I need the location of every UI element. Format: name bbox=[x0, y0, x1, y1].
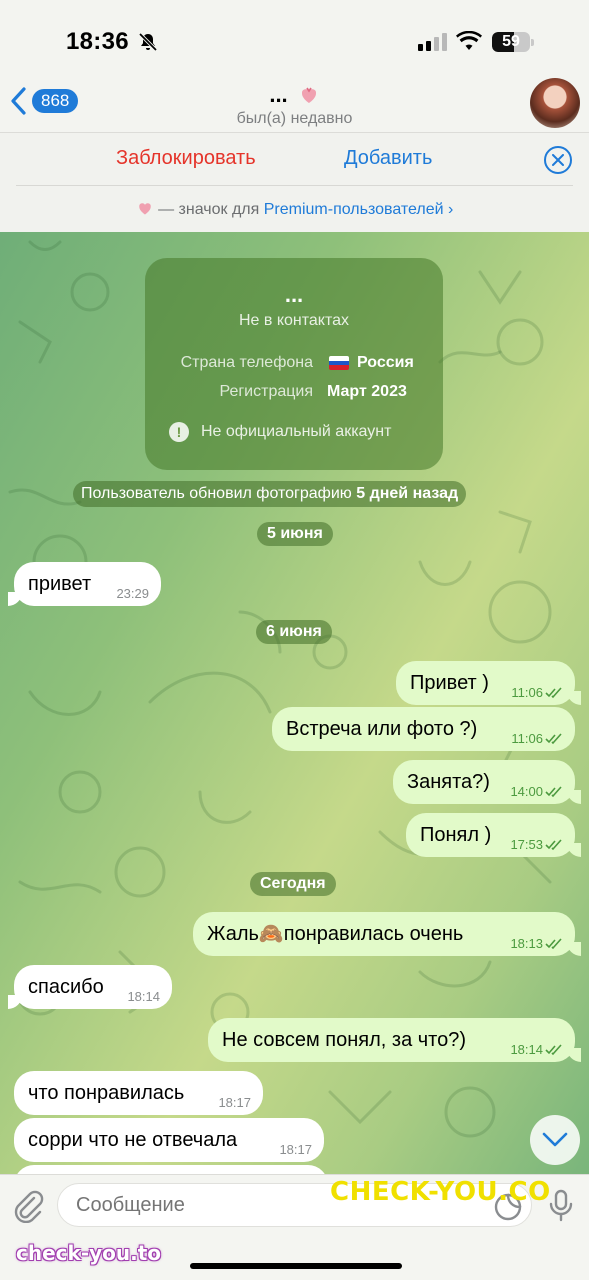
registration-value: Март 2023 bbox=[327, 383, 407, 400]
chat-header: 868 ... был(а) недавно bbox=[0, 78, 589, 132]
scroll-down-button[interactable] bbox=[530, 1115, 580, 1165]
double-check-icon bbox=[545, 1044, 562, 1056]
last-seen-status: был(а) недавно bbox=[236, 110, 353, 127]
premium-link[interactable]: Premium-пользователей › bbox=[264, 201, 454, 218]
block-button[interactable]: Заблокировать bbox=[116, 147, 256, 170]
message-text: привет bbox=[28, 573, 92, 595]
double-check-icon bbox=[545, 786, 562, 798]
message-bubble-in-partial[interactable] bbox=[14, 1165, 328, 1174]
double-check-icon bbox=[545, 938, 562, 950]
date-separator: 5 июня bbox=[257, 522, 333, 546]
bell-muted-icon bbox=[138, 32, 158, 52]
add-contact-button[interactable]: Добавить bbox=[344, 147, 432, 170]
message-text: Встреча или фото ?) bbox=[286, 718, 478, 740]
warning-icon: ! bbox=[169, 422, 189, 442]
message-text: Занята?) bbox=[407, 771, 490, 793]
message-text: спасибо bbox=[28, 976, 104, 998]
cellular-signal-icon bbox=[418, 33, 447, 51]
message-time: 18:14 bbox=[510, 1040, 563, 1060]
status-bar: 18:36 59 bbox=[0, 0, 589, 80]
message-time: 23:29 bbox=[116, 586, 149, 601]
close-icon bbox=[552, 154, 564, 166]
double-check-icon bbox=[545, 687, 562, 699]
registration-label: Регистрация bbox=[219, 383, 313, 400]
message-bubble-in[interactable]: сорри что не отвечала 18:17 bbox=[14, 1118, 324, 1162]
battery-icon: 59 bbox=[492, 32, 534, 52]
message-bubble-out[interactable]: Не совсем понял, за что?) 18:14 bbox=[208, 1018, 581, 1062]
message-text: Понял ) bbox=[420, 824, 492, 846]
microphone-icon[interactable] bbox=[547, 1189, 575, 1223]
message-bubble-in[interactable]: привет 23:29 bbox=[8, 562, 161, 606]
divider bbox=[16, 185, 573, 186]
info-name: ... bbox=[284, 282, 304, 307]
message-bubble-out[interactable]: Привет ) 11:06 bbox=[396, 661, 581, 705]
message-text: что понравилась bbox=[28, 1082, 185, 1104]
message-bubble-out[interactable]: Жаль🙈понравилась очень 18:13 bbox=[193, 912, 581, 956]
status-time: 18:36 bbox=[66, 28, 129, 55]
user-info-card: ... Не в контактах Страна телефона Росси… bbox=[145, 258, 443, 470]
premium-star-icon bbox=[301, 87, 316, 103]
avatar[interactable] bbox=[530, 78, 580, 128]
date-separator: 6 июня bbox=[256, 620, 332, 644]
message-text: Привет ) bbox=[410, 672, 489, 694]
message-time: 11:06 bbox=[511, 683, 563, 703]
premium-info: — значок для Premium-пользователей › bbox=[0, 199, 589, 219]
message-time: 18:17 bbox=[218, 1095, 251, 1110]
chevron-down-icon bbox=[542, 1132, 568, 1147]
attach-icon[interactable] bbox=[12, 1189, 44, 1223]
service-message: Пользователь обновил фотографию 5 дней н… bbox=[73, 481, 467, 507]
message-bubble-out[interactable]: Занята?) 14:00 bbox=[393, 760, 581, 804]
message-time: 11:06 bbox=[511, 729, 563, 749]
message-time: 18:13 bbox=[510, 934, 563, 954]
battery-percent: 59 bbox=[502, 33, 520, 50]
message-time: 18:14 bbox=[127, 989, 160, 1004]
watermark-left: check-you.to bbox=[16, 1241, 162, 1265]
message-text: сорри что не отвечала bbox=[28, 1129, 238, 1151]
message-bubble-in[interactable]: что понравилась 18:17 bbox=[14, 1071, 263, 1115]
premium-text: — значок для bbox=[158, 201, 260, 218]
message-text: Жаль🙈понравилась очень bbox=[207, 923, 464, 945]
home-indicator bbox=[190, 1263, 402, 1269]
wifi-icon bbox=[456, 31, 482, 50]
message-time: 14:00 bbox=[510, 782, 563, 802]
country-label: Страна телефона bbox=[180, 354, 313, 371]
message-time: 17:53 bbox=[510, 835, 563, 855]
contact-status: Не в контактах bbox=[238, 312, 350, 329]
contact-action-bar: Заблокировать Добавить — значок для Prem… bbox=[0, 132, 589, 232]
message-input-bar: CHECK-YOU.CO check-you.to bbox=[0, 1174, 589, 1280]
message-bubble-in[interactable]: спасибо 18:14 bbox=[8, 965, 172, 1009]
chat-area[interactable]: ... Не в контактах Страна телефона Росси… bbox=[0, 232, 589, 1174]
message-bubble-out[interactable]: Понял ) 17:53 bbox=[406, 813, 581, 857]
premium-star-icon bbox=[138, 203, 151, 215]
unofficial-warning: ! Не официальный аккаунт bbox=[169, 422, 391, 442]
message-time: 18:17 bbox=[279, 1142, 312, 1157]
close-action-bar-button[interactable] bbox=[544, 146, 572, 174]
message-bubble-out[interactable]: Встреча или фото ?) 11:06 bbox=[272, 707, 575, 751]
chat-title: ... bbox=[269, 82, 288, 107]
chat-title-area[interactable]: ... был(а) недавно bbox=[0, 82, 589, 128]
country-value: Россия bbox=[329, 354, 414, 372]
message-text: Не совсем понял, за что?) bbox=[222, 1029, 467, 1051]
russia-flag-icon bbox=[329, 356, 349, 370]
watermark-right: CHECK-YOU.CO bbox=[330, 1177, 551, 1207]
date-separator: Сегодня bbox=[250, 872, 336, 896]
double-check-icon bbox=[545, 733, 562, 745]
double-check-icon bbox=[545, 839, 562, 851]
